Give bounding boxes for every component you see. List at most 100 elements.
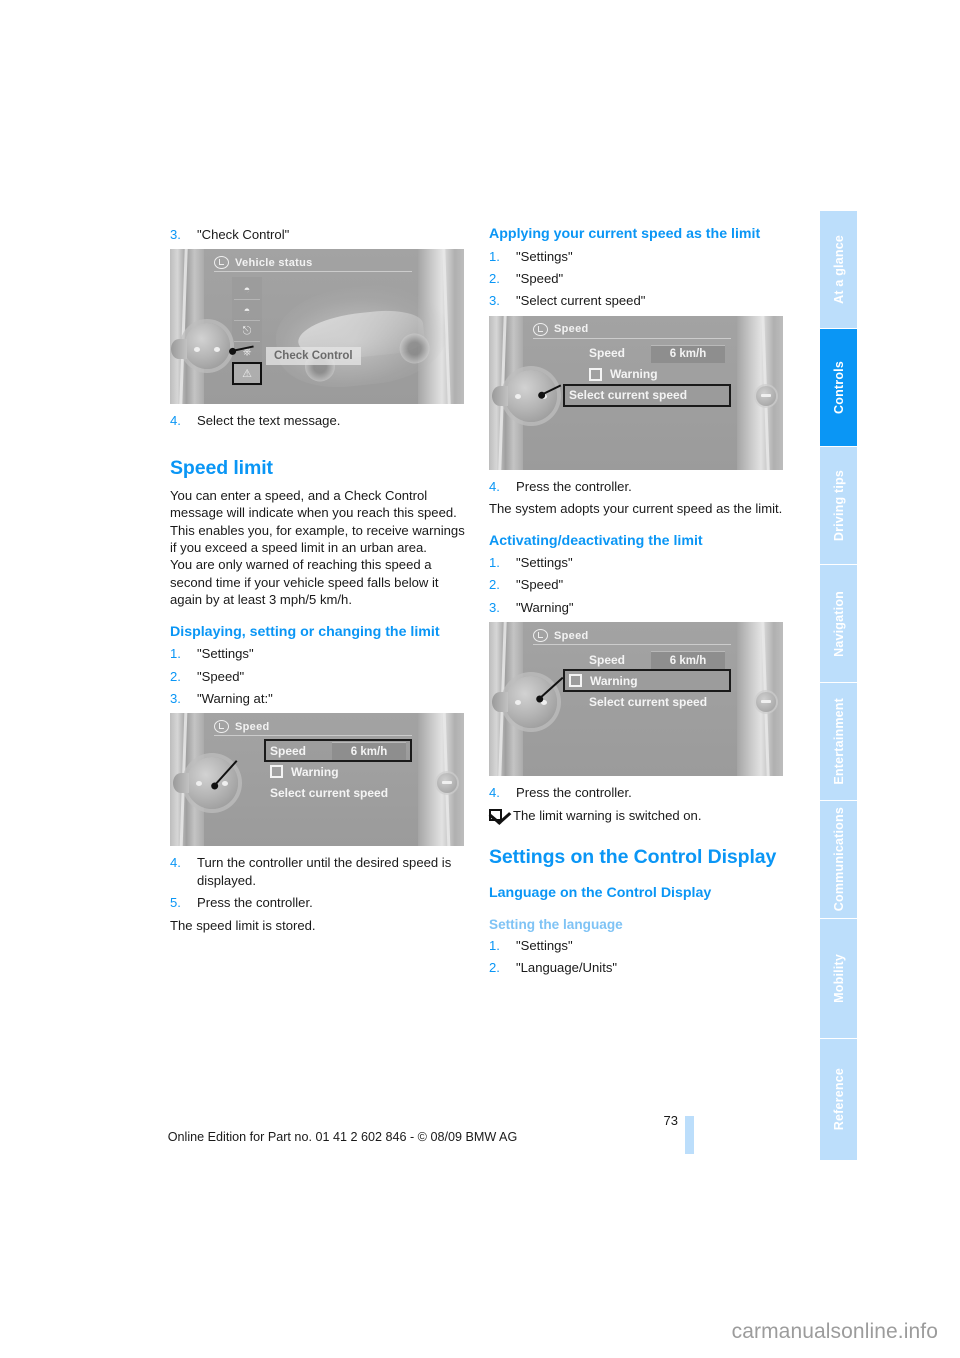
applying-result-text: The system adopts your current speed as …	[489, 501, 783, 517]
list-item: 3. "Check Control"	[170, 226, 470, 243]
speed-icon	[533, 629, 548, 643]
vehicle-status-icon-column: ◓ ◓ ⎋ ⎈ ⚠	[232, 277, 262, 387]
step-text: "Speed"	[516, 270, 564, 286]
heading-activating-deactivating: Activating/deactivating the limit	[489, 532, 703, 549]
menu-row-label: Speed	[270, 743, 307, 758]
list-item: 4. Turn the controller until the desired…	[170, 854, 470, 889]
tire-pressure-icon[interactable]: ◓	[234, 280, 260, 301]
tire-warning-icon[interactable]: ◓	[234, 301, 260, 322]
menu-row-label: Speed	[589, 652, 626, 667]
list-item: 1. "Settings"	[489, 554, 789, 571]
sidebar-item-communications[interactable]: Communications	[820, 801, 857, 919]
menu-row-label: Warning	[590, 673, 638, 688]
checkbox-checked-icon	[489, 808, 502, 821]
watermark: carmanualsonline.info	[731, 1320, 938, 1343]
engine-oil-icon[interactable]: ⎋	[234, 322, 260, 343]
idrive-controller-knob[interactable]	[492, 676, 557, 729]
heading-applying-current-speed: Applying your current speed as the limit	[489, 226, 761, 242]
step-text: "Settings"	[516, 937, 573, 953]
list-item: 3. "Warning at:"	[170, 690, 470, 707]
step-number: 3.	[489, 599, 500, 615]
list-item: 2. "Speed"	[489, 576, 789, 593]
page-number: 73	[663, 1113, 678, 1128]
step-number: 2.	[489, 577, 500, 593]
menu-row-list: Speed 6 km/h Warning Select current spee…	[563, 650, 731, 713]
menu-row-label: Select current speed	[589, 694, 708, 709]
screen-title-text: Speed	[554, 629, 589, 642]
warning-checkbox[interactable]	[569, 674, 582, 688]
list-item: 3. "Select current speed"	[489, 292, 789, 309]
knob-dot-left	[194, 346, 200, 352]
list-item: 4. Press the controller.	[489, 784, 789, 801]
idrive-controller-knob[interactable]	[492, 369, 557, 422]
heading-setting-the-language: Setting the language	[489, 916, 623, 932]
menu-row-speed[interactable]: Speed 6 km/h	[585, 650, 729, 670]
menu-row-warning[interactable]: Warning	[585, 365, 729, 384]
sidebar-item-label: Driving tips	[831, 469, 846, 542]
menu-row-select-current-speed[interactable]: Select current speed	[266, 783, 410, 802]
menu-row-warning[interactable]: Warning	[563, 669, 731, 693]
select-text-message-step-list: 4. Select the text message.	[170, 412, 470, 429]
side-index-tabs: At a glance Controls Driving tips Naviga…	[820, 211, 857, 1160]
screen-title-bar: Vehicle status	[214, 254, 412, 273]
menu-row-select-current-speed[interactable]: Select current speed	[585, 692, 729, 711]
sidebar-item-mobility[interactable]: Mobility	[820, 919, 857, 1039]
list-item: 1. "Settings"	[170, 645, 470, 662]
menu-row-warning[interactable]: Warning	[266, 762, 410, 781]
sidebar-item-navigation[interactable]: Navigation	[820, 565, 857, 683]
speed-limit-stored-text: The speed limit is stored.	[170, 917, 316, 933]
step-text: Press the controller.	[516, 785, 632, 801]
step-number: 3.	[170, 690, 181, 706]
step-text: Select the text message.	[197, 413, 341, 429]
screen-title-bar: Speed	[214, 718, 412, 737]
idrive-side-button[interactable]	[756, 385, 776, 406]
speed-icon	[533, 322, 548, 336]
page-title-speed-limit: Speed limit	[170, 456, 273, 479]
sidebar-item-reference[interactable]: Reference	[820, 1039, 857, 1160]
step-text: "Settings"	[516, 555, 573, 571]
step-number: 3.	[170, 227, 181, 242]
menu-row-speed[interactable]: Speed 6 km/h	[585, 344, 729, 363]
step-number: 1.	[489, 248, 500, 264]
page-footer: 73 Online Edition for Part no. 01 41 2 6…	[0, 1113, 820, 1144]
step-text: "Settings"	[197, 646, 254, 662]
sidebar-item-at-a-glance[interactable]: At a glance	[820, 211, 857, 329]
language-step-list: 1. "Settings" 2. "Language/Units"	[489, 937, 789, 977]
displaying-step-list: 1. "Settings" 2. "Speed" 3. "Warning at:…	[170, 645, 470, 707]
activating-step-list: 1. "Settings" 2. "Speed" 3. "Warning"	[489, 554, 789, 616]
sidebar-item-controls[interactable]: Controls	[820, 329, 857, 447]
warning-checkbox[interactable]	[270, 765, 283, 779]
speed-value: 6 km/h	[651, 344, 725, 363]
knob-dot-left	[196, 780, 202, 786]
speed-limit-intro-paragraph-1: You can enter a speed, and a Check Contr…	[170, 487, 465, 556]
list-item: 1. "Settings"	[489, 248, 789, 265]
sidebar-item-label: At a glance	[831, 235, 846, 304]
menu-row-speed[interactable]: Speed 6 km/h	[264, 739, 412, 763]
idrive-side-button[interactable]	[756, 692, 776, 713]
idrive-side-button[interactable]	[437, 772, 457, 793]
sidebar-item-driving-tips[interactable]: Driving tips	[820, 447, 857, 565]
speed-value: 6 km/h	[332, 742, 406, 761]
step-number: 2.	[170, 668, 181, 684]
list-item: 5. Press the controller.	[170, 894, 470, 911]
activating-step-list-continued: 4. Press the controller.	[489, 784, 789, 801]
sidebar-item-entertainment[interactable]: Entertainment	[820, 683, 857, 801]
speed-icon	[214, 720, 229, 734]
menu-row-label: Select current speed	[569, 388, 688, 403]
warning-checkbox[interactable]	[589, 367, 602, 381]
step-text: "Language/Units"	[516, 959, 618, 975]
menu-row-select-current-speed[interactable]: Select current speed	[563, 383, 731, 407]
step-text: "Check Control"	[197, 227, 290, 242]
knob-dot-right	[222, 780, 228, 786]
warning-triangle-icon[interactable]: ⚠	[232, 362, 262, 386]
idrive-controller-knob[interactable]	[171, 322, 230, 369]
footer-edition-line: Online Edition for Part no. 01 41 2 602 …	[167, 1130, 518, 1144]
sidebar-item-label: Navigation	[831, 590, 846, 657]
sidebar-item-label: Reference	[831, 1068, 846, 1131]
speed-limit-intro-paragraph-2: You are only warned of reaching this spe…	[170, 557, 439, 608]
result-text: The limit warning is switched on.	[513, 807, 702, 823]
step-number: 3.	[489, 293, 500, 309]
sidebar-item-label: Controls	[831, 361, 846, 414]
step-text: "Speed"	[197, 668, 245, 684]
knob-dot-left	[515, 393, 521, 399]
